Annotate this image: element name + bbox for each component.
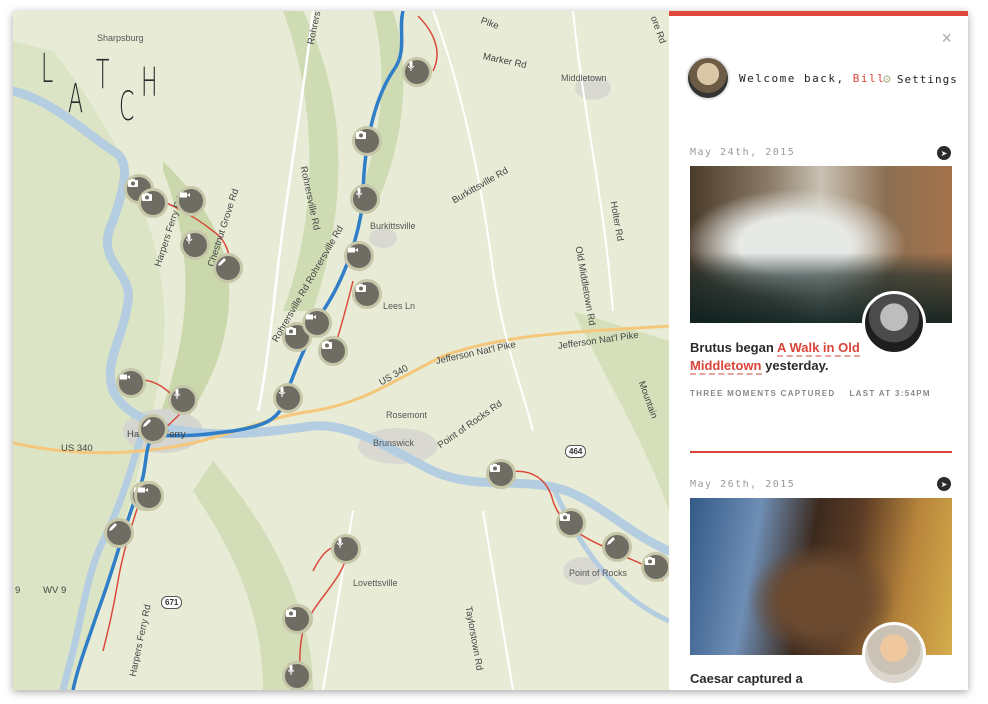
place-label: Sharpsburg (97, 33, 144, 43)
map-marker-video[interactable] (344, 241, 374, 271)
route-shield: 671 (161, 596, 183, 609)
story-meta: THREE MOMENTS CAPTURED LAST AT 3:54PM (690, 389, 931, 398)
story-suffix: yesterday. (765, 358, 829, 373)
moments-count: THREE MOMENTS CAPTURED (690, 389, 836, 398)
welcome-prefix: Welcome back, (739, 72, 845, 85)
map-marker-mic[interactable] (331, 534, 361, 564)
map-marker-mic[interactable] (402, 57, 432, 87)
settings-label: Settings (896, 73, 958, 86)
map-marker-video[interactable] (302, 308, 332, 338)
author-avatar[interactable] (862, 622, 926, 686)
story-date: May 26th, 2015 (690, 479, 796, 490)
divider (690, 451, 952, 453)
map-marker-video[interactable] (116, 368, 146, 398)
map-marker-camera[interactable] (138, 188, 168, 218)
map-marker-camera[interactable] (486, 459, 516, 489)
map-view[interactable]: L A T C H Sharpsburg Middletown Burkitts… (13, 11, 669, 690)
gear-icon: ⚙ (883, 72, 892, 87)
map-marker-mic[interactable] (180, 230, 210, 260)
story-author: Brutus began (690, 340, 774, 355)
activity-panel: × Welcome back, Bill ⚙ Settings May 24th… (669, 11, 968, 690)
map-marker-pencil[interactable] (602, 532, 632, 562)
map-marker-pencil[interactable] (104, 518, 134, 548)
road-label: 9 (15, 585, 21, 596)
road-label: WV 9 (43, 585, 67, 596)
app-window: L A T C H Sharpsburg Middletown Burkitts… (13, 11, 968, 690)
story-author: Caesar captured a (690, 671, 803, 686)
road-label: US 340 (61, 443, 93, 454)
compass-icon[interactable]: ➤ (937, 477, 951, 491)
map-marker-pencil[interactable] (138, 414, 168, 444)
map-marker-mic[interactable] (273, 383, 303, 413)
settings-button[interactable]: ⚙ Settings (883, 72, 958, 87)
map-marker-camera[interactable] (641, 552, 669, 582)
story-text: Brutus began A Walk in Old Middletown ye… (690, 339, 865, 375)
user-avatar[interactable] (686, 56, 730, 100)
accent-bar (669, 11, 968, 16)
map-marker-camera[interactable] (318, 336, 348, 366)
map-marker-video[interactable] (176, 186, 206, 216)
latch-logo: L A T C H (41, 46, 171, 141)
logo-letter: T (96, 52, 110, 98)
story-date: May 24th, 2015 (690, 147, 796, 158)
last-time: LAST AT 3:54PM (849, 389, 931, 398)
user-name[interactable]: Bill (853, 72, 886, 85)
place-label: Lees Ln (383, 301, 416, 311)
logo-letter: C (119, 84, 135, 130)
map-marker-camera[interactable] (556, 508, 586, 538)
map-marker-pencil[interactable] (213, 253, 243, 283)
logo-letter: H (141, 60, 158, 106)
story-text: Caesar captured a (690, 670, 865, 688)
place-label: Middletown (561, 73, 607, 83)
place-label: Point of Rocks (569, 568, 628, 578)
close-icon[interactable]: × (941, 28, 952, 49)
map-marker-camera[interactable] (282, 604, 312, 634)
logo-letter: L (41, 46, 54, 92)
map-marker-video[interactable] (134, 481, 164, 511)
place-label: Lovettsville (353, 578, 398, 588)
place-label: Brunswick (373, 438, 415, 448)
welcome-message: Welcome back, Bill (739, 72, 885, 85)
map-marker-mic[interactable] (168, 385, 198, 415)
map-marker-camera[interactable] (352, 126, 382, 156)
logo-letter: A (68, 76, 84, 122)
map-marker-mic[interactable] (350, 184, 380, 214)
place-label: Burkittsville (370, 221, 416, 231)
compass-icon[interactable]: ➤ (937, 146, 951, 160)
map-marker-camera[interactable] (352, 279, 382, 309)
place-label: Rosemont (386, 410, 428, 420)
author-avatar[interactable] (862, 291, 926, 355)
route-shield: 464 (565, 445, 587, 458)
map-marker-mic[interactable] (282, 661, 312, 690)
